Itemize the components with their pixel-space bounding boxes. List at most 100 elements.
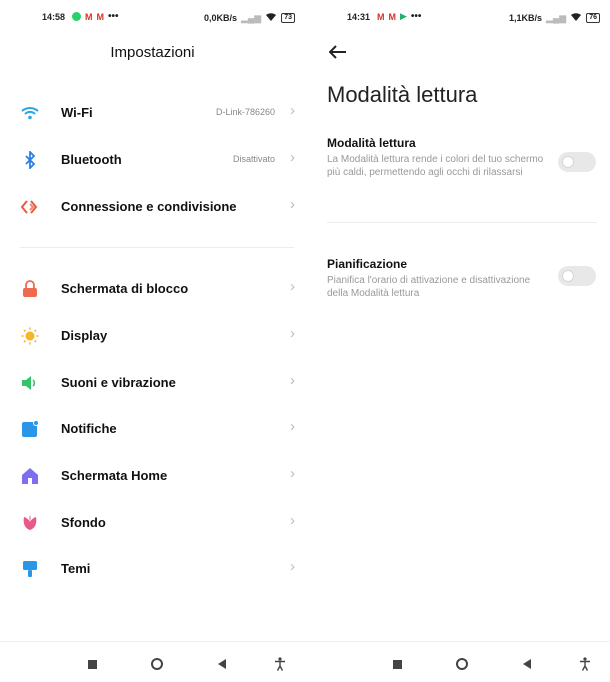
status-right: 1,1KB/s ▂▄▆ 76: [509, 12, 600, 24]
wifi-status-icon: [265, 12, 277, 24]
settings-item-wifi[interactable]: Wi-Fi D-Link-786260 ›: [0, 90, 305, 136]
settings-item-label: Schermata di blocco: [61, 281, 189, 296]
chevron-right-icon: ›: [290, 278, 295, 295]
signal-icon: ▂▄▆: [545, 12, 567, 23]
chevron-right-icon: ›: [290, 512, 295, 529]
settings-item-wallpaper[interactable]: Sfondo ›: [0, 500, 305, 546]
settings-item-bluetooth[interactable]: Bluetooth Disattivato ›: [0, 137, 305, 183]
back-arrow-icon[interactable]: [328, 38, 347, 66]
settings-item-notifications[interactable]: Notifiche ›: [0, 406, 305, 452]
navigation-bar: [0, 641, 305, 682]
settings-item-home[interactable]: Schermata Home ›: [0, 453, 305, 499]
accessibility-icon: [580, 657, 590, 671]
network-speed: 0,0KB/s: [203, 13, 237, 23]
sun-icon: [20, 327, 40, 345]
battery-icon: 76: [586, 13, 600, 23]
settings-item-label: Temi: [61, 561, 91, 576]
settings-item-value: D-Link-786260: [215, 107, 275, 117]
status-bar: 14:31 M M ▶ ••• 1,1KB/s ▂▄▆ 76: [305, 10, 610, 26]
whatsapp-icon: [72, 12, 81, 21]
status-right: 0,0KB/s ▂▄▆ 73: [204, 12, 295, 24]
settings-item-label: Display: [61, 328, 108, 343]
settings-item-label: Bluetooth: [61, 152, 122, 167]
setting-title: Pianificazione: [327, 257, 408, 271]
settings-item-label: Connessione e condivisione: [61, 199, 237, 214]
settings-item-label: Suoni e vibrazione: [61, 375, 176, 390]
reading-mode-screen: 14:31 M M ▶ ••• 1,1KB/s ▂▄▆ 76 Modalità …: [305, 0, 610, 682]
settings-item-label: Sfondo: [61, 515, 106, 530]
back-triangle-icon: [218, 659, 226, 669]
settings-item-display[interactable]: Display ›: [0, 313, 305, 359]
settings-item-value: Disattivato: [232, 154, 275, 164]
toggle-knob: [562, 156, 574, 168]
network-speed: 1,1KB/s: [508, 13, 542, 23]
section-divider: [327, 222, 597, 223]
home-icon: [20, 467, 40, 485]
flower-icon: [20, 514, 40, 532]
page-title: Impostazioni: [110, 44, 195, 61]
square-icon: [87, 659, 97, 669]
settings-item-lockscreen[interactable]: Schermata di blocco ›: [0, 266, 305, 312]
circle-icon: [456, 658, 468, 670]
settings-item-label: Notifiche: [61, 421, 117, 436]
setting-reading-mode[interactable]: Modalità lettura La Modalità lettura ren…: [327, 136, 597, 179]
accessibility-icon: [275, 657, 285, 671]
status-bar: 14:58 M M ••• 0,0KB/s ▂▄▆ 73: [0, 10, 305, 26]
section-divider: [20, 247, 294, 248]
chevron-right-icon: ›: [290, 102, 295, 119]
back-triangle-icon: [523, 659, 531, 669]
chevron-right-icon: ›: [290, 325, 295, 342]
wifi-icon: [20, 104, 40, 122]
settings-item-label: Schermata Home: [61, 468, 168, 483]
accessibility-button[interactable]: [575, 654, 595, 674]
wifi-status-icon: [570, 12, 582, 24]
back-button[interactable]: [517, 654, 537, 674]
gmail-icon: M: [85, 11, 93, 22]
bluetooth-icon: [20, 151, 40, 169]
recents-button[interactable]: [387, 654, 407, 674]
chevron-right-icon: ›: [290, 149, 295, 166]
page-title: Modalità lettura: [327, 82, 478, 107]
settings-item-connection[interactable]: Connessione e condivisione ›: [0, 184, 305, 230]
home-button[interactable]: [147, 654, 167, 674]
settings-item-label: Wi-Fi: [61, 105, 93, 120]
more-dots-icon: •••: [410, 11, 422, 22]
home-button[interactable]: [452, 654, 472, 674]
setting-title: Modalità lettura: [327, 136, 416, 150]
settings-screen: 14:58 M M ••• 0,0KB/s ▂▄▆ 73 Impostazion…: [0, 0, 305, 682]
chevron-right-icon: ›: [290, 418, 295, 435]
circle-icon: [151, 658, 163, 670]
status-time: 14:58: [42, 12, 66, 22]
share-icon: [20, 198, 40, 216]
more-dots-icon: •••: [108, 11, 119, 22]
status-app-icons: M M ▶ •••: [377, 11, 421, 22]
chevron-right-icon: ›: [290, 465, 295, 482]
setting-description: La Modalità lettura rende i colori del t…: [327, 154, 544, 178]
setting-description: Pianifica l'orario di attivazione e disa…: [327, 275, 531, 299]
signal-icon: ▂▄▆: [240, 12, 262, 23]
chevron-right-icon: ›: [290, 372, 295, 389]
gmail-icon: M: [377, 11, 385, 22]
status-time: 14:31: [347, 12, 371, 22]
settings-item-themes[interactable]: Temi ›: [0, 546, 305, 592]
chevron-right-icon: ›: [290, 196, 295, 213]
notification-icon: [20, 420, 40, 438]
gmail-icon: M: [388, 11, 397, 22]
gmail-icon: M: [96, 11, 105, 22]
setting-schedule[interactable]: Pianificazione Pianifica l'orario di att…: [327, 257, 597, 300]
reading-mode-toggle[interactable]: [558, 152, 596, 172]
brush-icon: [20, 560, 40, 578]
navigation-bar: [305, 641, 610, 682]
back-button[interactable]: [212, 654, 232, 674]
play-store-icon: ▶: [400, 11, 407, 21]
chevron-right-icon: ›: [290, 558, 295, 575]
lock-icon: [20, 280, 40, 298]
schedule-toggle[interactable]: [558, 266, 596, 286]
status-app-icons: M M •••: [72, 11, 119, 22]
settings-item-sound[interactable]: Suoni e vibrazione ›: [0, 360, 305, 406]
toggle-knob: [562, 270, 574, 282]
battery-icon: 73: [281, 13, 295, 23]
speaker-icon: [20, 374, 40, 392]
recents-button[interactable]: [82, 654, 102, 674]
accessibility-button[interactable]: [270, 654, 290, 674]
